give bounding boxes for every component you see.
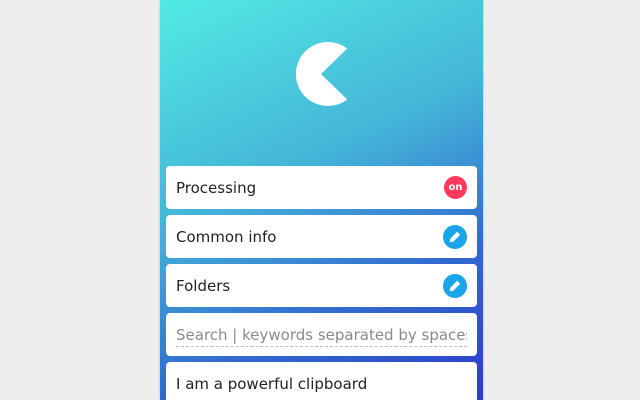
clipboard-panel: Processing on Common info Folders I am a… — [160, 0, 483, 400]
folders-edit-button[interactable] — [443, 273, 467, 298]
folders-row[interactable]: Folders — [166, 264, 477, 307]
processing-row[interactable]: Processing on — [166, 166, 477, 209]
processing-on-badge[interactable]: on — [444, 176, 467, 199]
search-box — [166, 313, 477, 356]
common-info-edit-button[interactable] — [443, 224, 467, 249]
common-info-label: Common info — [176, 227, 277, 246]
clip-list-item[interactable]: I am a powerful clipboard — [166, 362, 477, 400]
common-info-row[interactable]: Common info — [166, 215, 477, 258]
processing-label: Processing — [176, 178, 257, 197]
search-input[interactable] — [176, 322, 467, 347]
edit-icon — [449, 280, 461, 291]
folders-label: Folders — [176, 276, 231, 295]
edit-icon — [449, 231, 461, 242]
pacman-logo-icon — [284, 37, 358, 111]
clip-text: I am a powerful clipboard — [176, 374, 368, 393]
